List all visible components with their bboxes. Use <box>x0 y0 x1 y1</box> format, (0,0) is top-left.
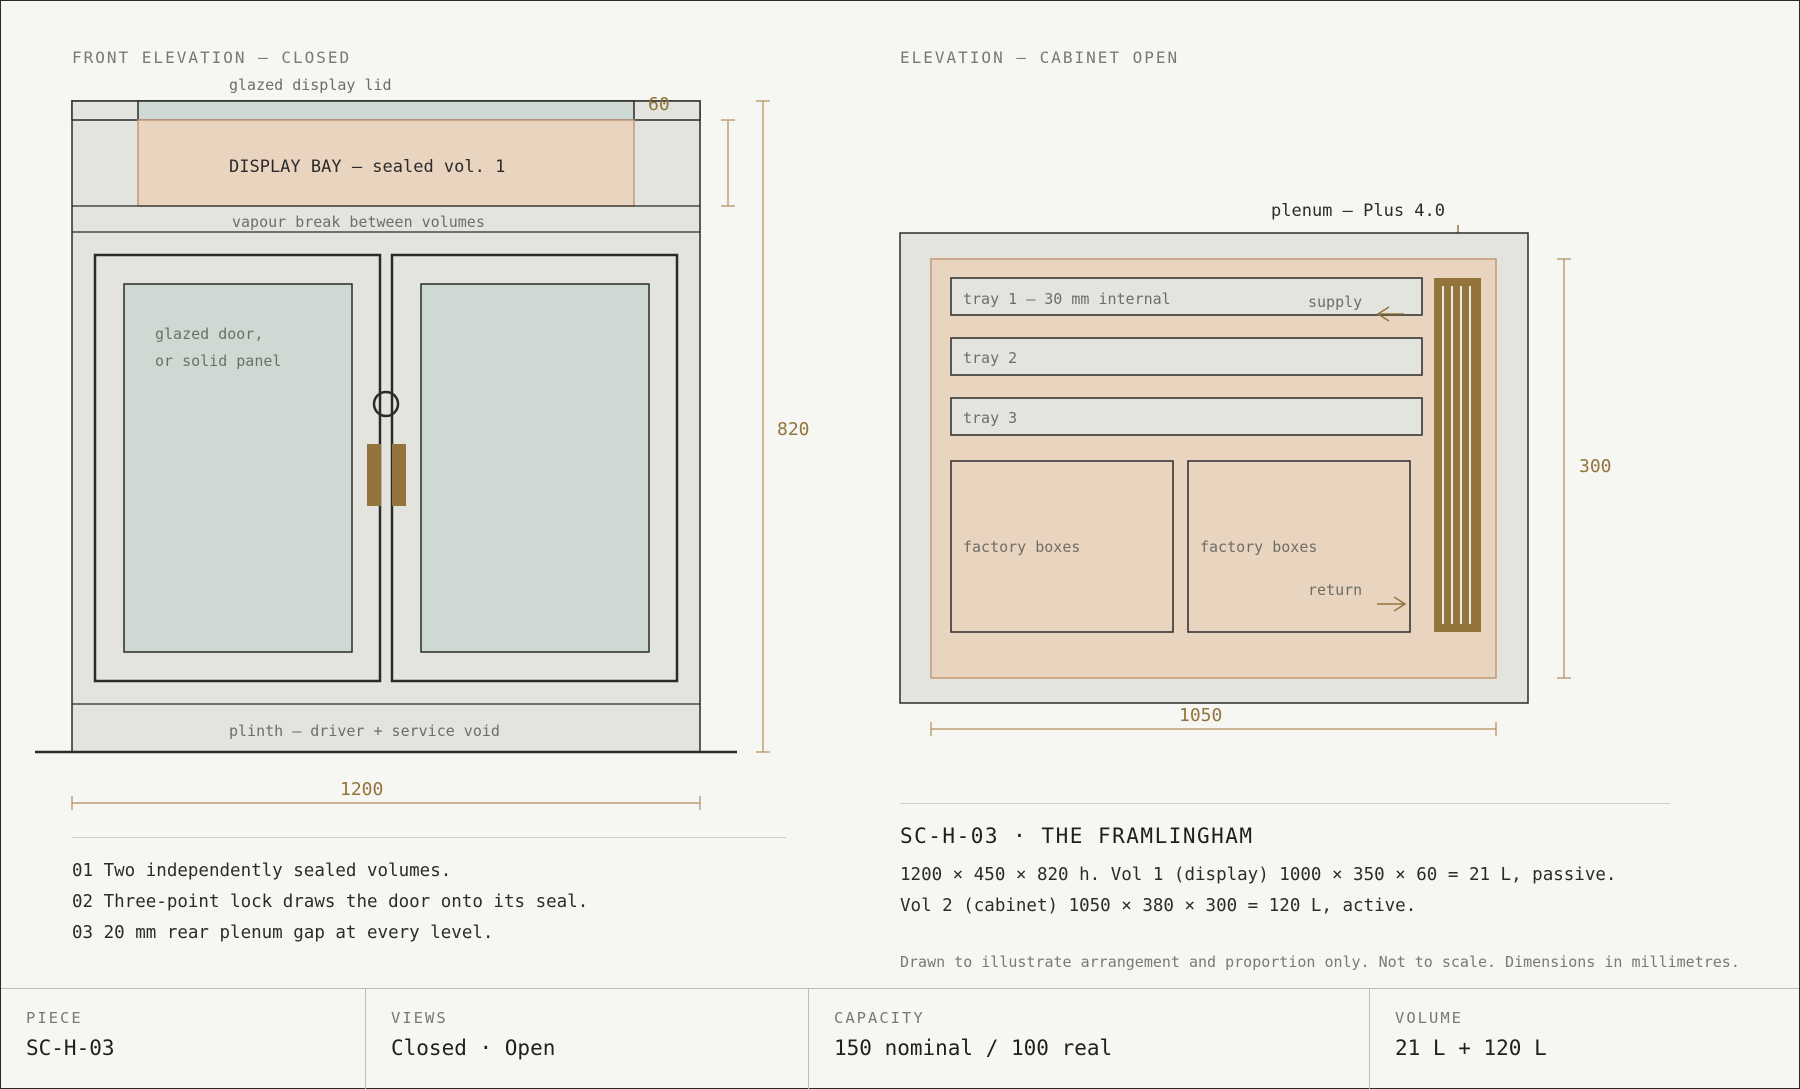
right-handle <box>392 444 406 506</box>
footer-key: VIEWS <box>391 1009 448 1027</box>
factory-box-2-label: factory boxes <box>1200 538 1317 556</box>
spec-line-2: Vol 2 (cabinet) 1050 × 380 × 300 = 120 L… <box>900 896 1417 916</box>
footer-key: CAPACITY <box>834 1009 925 1027</box>
tray-3 <box>950 397 1423 436</box>
plinth-label: plinth — driver + service void <box>229 722 500 740</box>
glazed-lid <box>137 100 635 121</box>
spec-divider <box>900 803 1670 804</box>
footer-cell-volume: VOLUME 21 L + 120 L <box>1370 989 1799 1089</box>
tray-1-label: tray 1 — 30 mm internal <box>963 290 1171 308</box>
spec-line-1: 1200 × 450 × 820 h. Vol 1 (display) 1000… <box>900 865 1617 885</box>
footer-value: Closed · Open <box>391 1036 556 1060</box>
left-handle <box>367 444 381 506</box>
dim-width-1200: 1200 <box>340 779 383 800</box>
title-block-footer: PIECE SC-H-03 VIEWS Closed · Open CAPACI… <box>1 988 1799 1089</box>
spec-title: SC-H-03 · THE FRAMLINGHAM <box>900 824 1254 848</box>
footer-value: SC-H-03 <box>26 1036 115 1060</box>
vapour-break-label: vapour break between volumes <box>232 213 485 231</box>
plenum-label: plenum — Plus 4.0 <box>1271 201 1445 221</box>
footer-cell-views: VIEWS Closed · Open <box>366 989 809 1089</box>
note-item: 01 Two independently sealed volumes. <box>72 861 452 881</box>
notes-divider <box>72 837 786 838</box>
door-note-line1: glazed door, <box>155 325 263 343</box>
note-item: 03 20 mm rear plenum gap at every level. <box>72 923 494 943</box>
spec-block: SC-H-03 · THE FRAMLINGHAM 1200 × 450 × 8… <box>900 824 1616 922</box>
display-bay-label: DISPLAY BAY — sealed vol. 1 <box>229 157 505 177</box>
right-view-title: ELEVATION — CABINET OPEN <box>900 48 1179 67</box>
tray-3-label: tray 3 <box>963 409 1017 427</box>
rear-plenum <box>1434 278 1481 632</box>
factory-box-1-label: factory boxes <box>963 538 1080 556</box>
right-door-glass <box>420 283 650 653</box>
disclaimer: Drawn to illustrate arrangement and prop… <box>900 953 1740 971</box>
return-label: return <box>1308 581 1362 599</box>
footer-cell-piece: PIECE SC-H-03 <box>1 989 366 1089</box>
dim-height-300: 300 <box>1579 456 1612 477</box>
dim-height-820: 820 <box>777 419 810 440</box>
left-view-title: FRONT ELEVATION — CLOSED <box>72 48 351 67</box>
footer-value: 150 nominal / 100 real <box>834 1036 1113 1060</box>
notes-list: 01 Two independently sealed volumes. 02 … <box>72 856 588 949</box>
dim-width-1050: 1050 <box>1179 705 1222 726</box>
door-note-line2: or solid panel <box>155 352 281 370</box>
lid-label: glazed display lid <box>229 76 392 94</box>
tray-2 <box>950 337 1423 376</box>
note-item: 02 Three-point lock draws the door onto … <box>72 892 589 912</box>
footer-cell-capacity: CAPACITY 150 nominal / 100 real <box>809 989 1370 1089</box>
dim-lid-60: 60 <box>648 94 670 115</box>
supply-label: supply <box>1308 293 1362 311</box>
footer-value: 21 L + 120 L <box>1395 1036 1547 1060</box>
footer-key: PIECE <box>26 1009 83 1027</box>
tray-2-label: tray 2 <box>963 349 1017 367</box>
footer-key: VOLUME <box>1395 1009 1463 1027</box>
